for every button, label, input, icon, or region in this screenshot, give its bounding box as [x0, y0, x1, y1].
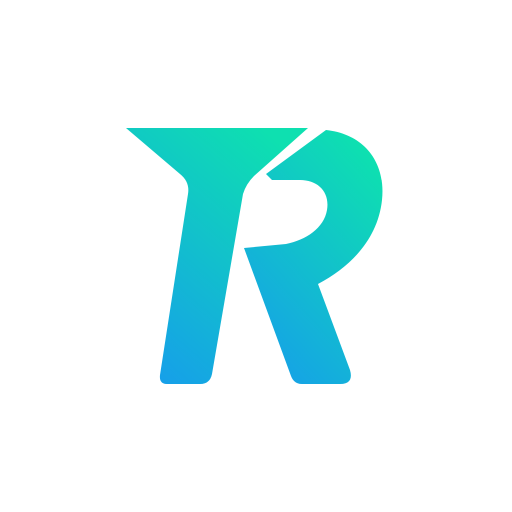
- letter-r-shape: [244, 130, 383, 384]
- tr-monogram-logo-icon: [126, 128, 383, 384]
- app-icon-canvas: [0, 0, 512, 512]
